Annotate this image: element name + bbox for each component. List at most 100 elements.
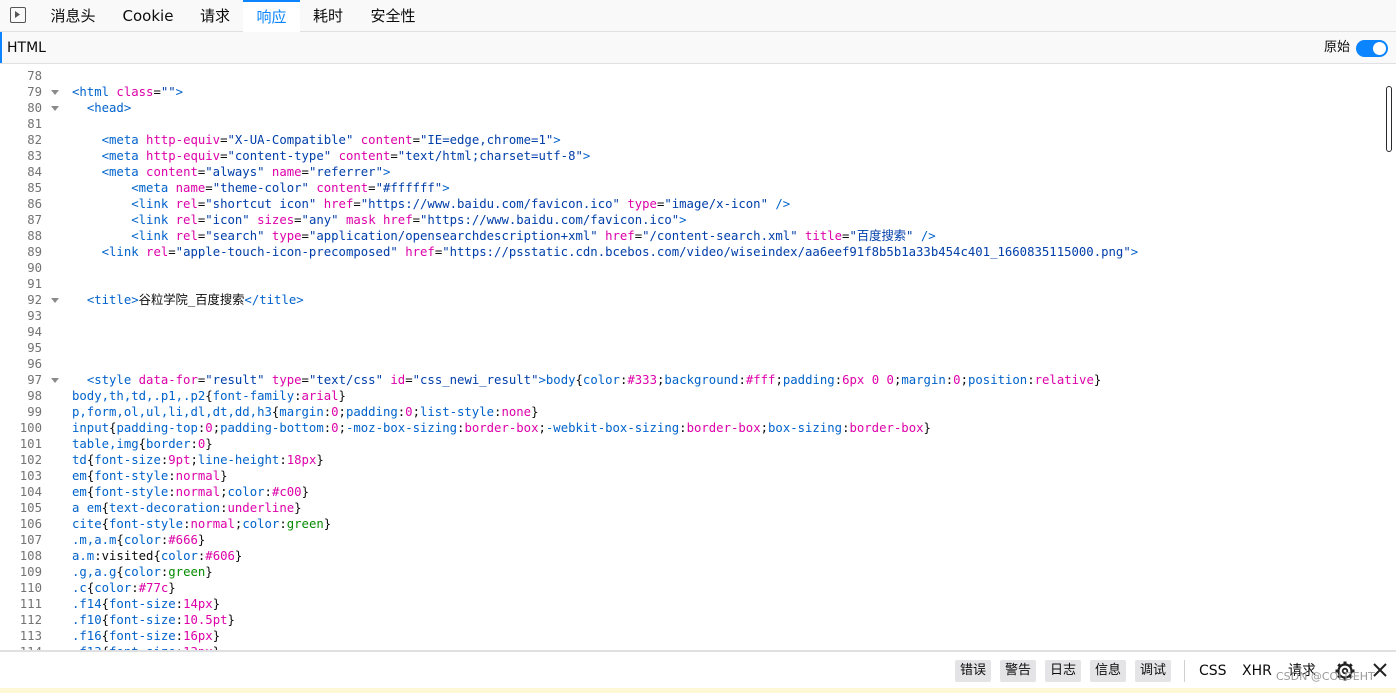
filter-logs-button[interactable]: 日志 — [1045, 660, 1082, 682]
code-token: <link — [131, 213, 176, 227]
code-token: content — [338, 149, 391, 163]
line-number: 95 — [27, 341, 42, 355]
line-number: 106 — [19, 517, 42, 531]
code-token: : — [323, 405, 332, 419]
code-token: em — [72, 469, 87, 483]
code-text: em{font-style:normal;color:#c00} — [72, 484, 309, 500]
code-token: 0 — [205, 421, 213, 435]
code-token: "css_newi_result" — [412, 373, 539, 387]
tab-cookie[interactable]: Cookie — [112, 0, 184, 32]
code-token: #c00 — [271, 485, 302, 499]
section-title[interactable]: HTML — [7, 32, 46, 64]
raw-toggle-switch[interactable] — [1356, 40, 1388, 57]
raw-toggle-label: 原始 — [1324, 40, 1351, 55]
code-line: 101 table,img{border:0} — [0, 436, 1380, 452]
code-token: padding-bottom — [220, 421, 324, 435]
code-token: color — [582, 373, 620, 387]
code-token: list-style — [419, 405, 495, 419]
code-token: .f10 — [72, 613, 102, 627]
code-token: { — [101, 597, 110, 611]
line-number: 96 — [27, 357, 42, 371]
line-number: 111 — [19, 597, 42, 611]
code-token: = — [353, 197, 361, 211]
code-text: <meta http-equiv="X-UA-Compatible" conte… — [72, 132, 561, 148]
code-token: ; — [190, 453, 198, 467]
panel-tab-bar: 消息头 Cookie 请求 响应 耗时 安全性 — [0, 0, 1396, 32]
code-token: "https://www.baidu.com/favicon.ico" — [420, 213, 680, 227]
code-token: <html — [72, 85, 117, 99]
code-token: "text/css" — [308, 373, 383, 387]
sidebar-toggle-icon[interactable] — [10, 7, 26, 23]
code-token: = — [168, 245, 176, 259]
code-token: "shortcut icon" — [205, 197, 317, 211]
code-editor[interactable]: 78 79 <html class=""> 80 <head> 81 82 <meta h… — [0, 64, 1396, 650]
filter-errors-button[interactable]: 错误 — [955, 660, 992, 682]
line-number: 90 — [27, 261, 42, 275]
code-token: 14px — [183, 597, 213, 611]
vertical-scrollbar[interactable] — [1386, 86, 1392, 152]
code-token: } — [220, 469, 228, 483]
code-token: 16px — [183, 629, 213, 643]
code-token: border-box — [464, 421, 539, 435]
code-token: ; — [220, 485, 228, 499]
code-token: "any" — [301, 213, 339, 227]
fold-arrow-icon[interactable] — [51, 378, 59, 383]
code-token: } — [205, 437, 213, 451]
response-subbar: HTML 原始 — [0, 32, 1396, 64]
code-token: : — [1027, 373, 1035, 387]
code-token: : — [679, 421, 687, 435]
code-token: margin — [279, 405, 324, 419]
code-token: id — [390, 373, 406, 387]
code-text: <meta name="theme-color" content="#fffff… — [72, 180, 449, 196]
code-token: = — [368, 181, 376, 195]
filter-info-button[interactable]: 信息 — [1090, 660, 1127, 682]
code-token: { — [575, 373, 583, 387]
code-text: td{font-size:9pt;line-height:18px} — [72, 452, 324, 468]
line-number: 105 — [19, 501, 42, 515]
filter-xhr-button[interactable]: XHR — [1242, 660, 1272, 682]
fold-arrow-icon[interactable] — [51, 298, 59, 303]
code-token: > — [1130, 245, 1139, 259]
tab-request[interactable]: 请求 — [190, 0, 240, 32]
code-token: -moz-box-sizing — [345, 421, 458, 435]
code-token: > — [175, 85, 184, 99]
code-line: 85 <meta name="theme-color" content="#ff… — [0, 180, 1380, 196]
line-number: 91 — [27, 277, 42, 291]
tab-security[interactable]: 安全性 — [360, 0, 426, 32]
line-number: 93 — [27, 309, 42, 323]
code-token: } — [531, 405, 539, 419]
fold-arrow-icon[interactable] — [51, 90, 59, 95]
line-number: 103 — [19, 469, 42, 483]
code-token: { — [101, 501, 110, 515]
line-number: 109 — [19, 565, 42, 579]
code-token: "https://psstatic.cdn.bcebos.com/video/w… — [442, 245, 1131, 259]
code-token: 0 — [405, 405, 413, 419]
code-token: { — [101, 613, 110, 627]
tab-response[interactable]: 响应 — [243, 0, 300, 32]
code-token: padding — [782, 373, 835, 387]
filter-warnings-button[interactable]: 警告 — [1000, 660, 1037, 682]
code-line: 108 a.m:visited{color:#606} — [0, 548, 1380, 564]
code-token: rel — [175, 197, 198, 211]
tab-timings[interactable]: 耗时 — [303, 0, 353, 32]
code-token: "result" — [205, 373, 265, 387]
filter-css-button[interactable]: CSS — [1199, 660, 1227, 682]
code-token: class — [116, 85, 154, 99]
fold-arrow-icon[interactable] — [51, 106, 59, 111]
code-token: margin — [901, 373, 946, 387]
code-token: ; — [538, 421, 546, 435]
code-token: #333 — [627, 373, 657, 387]
code-token: normal — [190, 517, 235, 531]
code-token: ; — [760, 421, 769, 435]
code-token: body,th,td,.p1,.p2 — [72, 389, 206, 403]
code-token: = — [301, 165, 309, 179]
code-token: em — [72, 485, 87, 499]
code-token: = — [301, 373, 309, 387]
filter-debug-button[interactable]: 调试 — [1135, 660, 1172, 682]
tab-headers[interactable]: 消息头 — [40, 0, 106, 32]
code-token: : — [168, 469, 176, 483]
